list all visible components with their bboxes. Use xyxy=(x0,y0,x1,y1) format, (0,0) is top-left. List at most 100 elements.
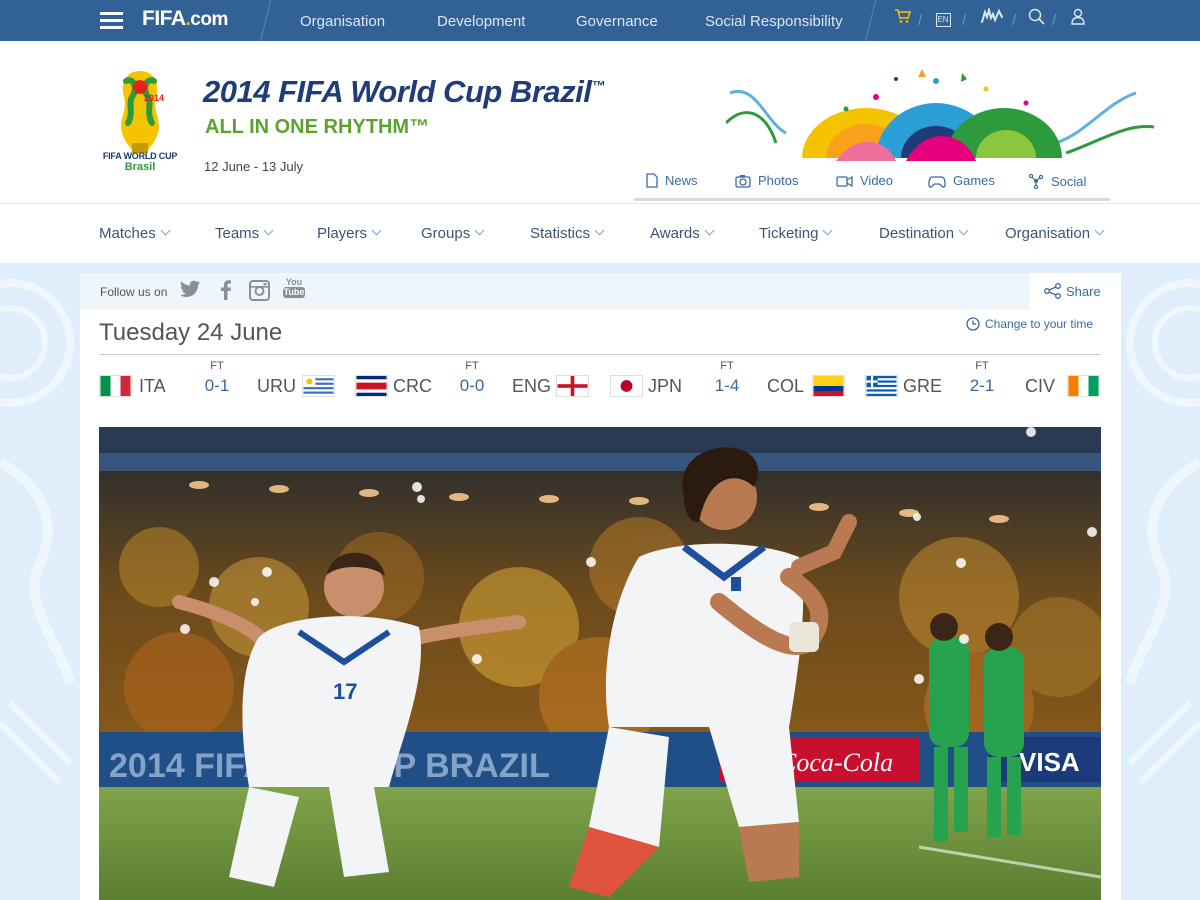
nav-statistics[interactable]: Statistics xyxy=(530,225,605,242)
chevron-down-icon xyxy=(823,225,833,236)
twitter-icon[interactable] xyxy=(180,280,201,302)
change-time-link[interactable]: Change to your time xyxy=(966,317,1093,331)
youtube-icon[interactable]: You Tube xyxy=(283,277,305,299)
home-team: CRC xyxy=(393,376,432,396)
away-team: URU xyxy=(257,376,296,396)
facebook-icon[interactable] xyxy=(221,280,231,302)
main-nav: Matches Teams Players Groups Statistics … xyxy=(0,203,1200,263)
topnav-organisation[interactable]: Organisation xyxy=(300,13,385,30)
board-fifa: 2014 FIFA xyxy=(109,747,268,785)
home-team: JPN xyxy=(648,376,683,396)
nav-teams[interactable]: Teams xyxy=(215,225,274,242)
board-sponsor-1: Coca-Cola xyxy=(779,748,893,777)
youtube-text-top: You xyxy=(285,277,303,287)
flag-england-icon xyxy=(556,375,589,397)
topnav-development[interactable]: Development xyxy=(437,13,525,30)
video-icon xyxy=(836,175,853,188)
tab-games[interactable]: Games xyxy=(928,173,995,188)
flag-uruguay-icon xyxy=(302,375,335,397)
tab-photos-label: Photos xyxy=(758,173,799,188)
decorative-pattern-left xyxy=(0,279,75,786)
language-code: EN xyxy=(935,13,951,27)
match-score: 0-1 xyxy=(204,376,230,395)
match-gre-civ[interactable]: GRE FT 2-1 CIV xyxy=(865,358,1101,408)
tournament-slogan: ALL IN ONE RHYTHM™ xyxy=(205,116,430,138)
fifa-logo[interactable]: FIFA.com xyxy=(142,7,228,31)
page-title-text: 2014 FIFA World Cup Brazil xyxy=(203,74,592,109)
match-score: 0-0 xyxy=(459,376,485,395)
flag-greece-icon xyxy=(865,375,898,397)
nav-destination[interactable]: Destination xyxy=(879,225,969,242)
change-time-label: Change to your time xyxy=(985,317,1094,331)
nav-ticketing[interactable]: Ticketing xyxy=(759,225,833,242)
tab-video[interactable]: Video xyxy=(836,173,893,188)
share-panel: Share xyxy=(1030,273,1121,310)
chevron-down-icon xyxy=(263,225,274,236)
nav-awards[interactable]: Awards xyxy=(650,225,715,242)
chevron-down-icon xyxy=(594,225,605,236)
logo-text: FIFA xyxy=(142,7,186,30)
utility-icons: / EN / / / xyxy=(884,6,1094,32)
tab-social-label: Social xyxy=(1051,174,1087,189)
user-icon[interactable] xyxy=(1068,8,1088,32)
search-icon[interactable] xyxy=(1026,8,1046,32)
jersey-number: 17 xyxy=(333,679,357,704)
menu-icon[interactable] xyxy=(100,12,123,29)
chevron-down-icon xyxy=(474,225,485,236)
match-status: FT xyxy=(975,360,989,372)
match-score: 1-4 xyxy=(714,376,740,395)
nav-ticketing-label: Ticketing xyxy=(759,225,819,242)
tournament-dates: 12 June - 13 July xyxy=(204,159,304,174)
tab-video-label: Video xyxy=(860,173,894,188)
brazil-banner-art xyxy=(726,69,1155,161)
match-status: FT xyxy=(465,360,479,372)
nav-organisation-label: Organisation xyxy=(1005,225,1091,242)
share-label: Share xyxy=(1066,284,1101,299)
day-title: Tuesday 24 June xyxy=(99,319,283,346)
tab-news-label: News xyxy=(665,173,698,188)
away-team: COL xyxy=(767,376,805,396)
match-crc-eng[interactable]: CRC FT 0-0 ENG xyxy=(355,358,591,408)
tab-news[interactable]: News xyxy=(646,173,698,188)
home-team: GRE xyxy=(903,376,943,396)
divider xyxy=(99,354,1101,355)
document-icon xyxy=(646,173,658,188)
sign-language-icon[interactable] xyxy=(978,6,1006,32)
logo-domain: .com xyxy=(185,9,229,30)
topnav-social-responsibility[interactable]: Social Responsibility xyxy=(705,13,843,30)
nav-players-label: Players xyxy=(317,225,368,242)
top-bar: FIFA.com Organisation Development Govern… xyxy=(0,0,1200,41)
nav-groups[interactable]: Groups xyxy=(421,225,485,242)
hero-photo[interactable]: 2014 FIFA UP BRAZIL Coca-Cola VISA 17 xyxy=(99,427,1101,900)
language-icon[interactable]: EN xyxy=(934,8,952,32)
follow-label: Follow us on xyxy=(100,285,168,299)
away-team: ENG xyxy=(512,376,552,396)
match-ita-uru[interactable]: ITA FT 0-1 URU xyxy=(99,358,335,408)
trademark: ™ xyxy=(591,77,605,94)
nav-matches[interactable]: Matches xyxy=(99,225,171,242)
clock-icon xyxy=(966,317,980,331)
match-score: 2-1 xyxy=(969,376,995,395)
youtube-text-bottom: Tube xyxy=(283,287,305,298)
page-title: 2014 FIFA World Cup Brazil™ xyxy=(203,74,605,110)
follow-bar xyxy=(80,273,1121,310)
board-sponsor-2: VISA xyxy=(1019,747,1080,777)
nav-destination-label: Destination xyxy=(879,225,955,242)
cart-icon[interactable] xyxy=(892,8,912,32)
home-team: ITA xyxy=(139,376,166,396)
tab-games-label: Games xyxy=(953,173,995,188)
nav-organisation[interactable]: Organisation xyxy=(1005,225,1105,242)
topnav-governance[interactable]: Governance xyxy=(576,13,658,30)
chevron-down-icon xyxy=(704,225,715,236)
share-button[interactable]: Share xyxy=(1044,283,1101,299)
match-jpn-col[interactable]: JPN FT 1-4 COL xyxy=(610,358,846,408)
chevron-down-icon xyxy=(958,225,969,236)
nav-groups-label: Groups xyxy=(421,225,471,242)
tab-social[interactable]: Social xyxy=(1028,173,1087,190)
instagram-icon[interactable] xyxy=(249,280,270,302)
chevron-down-icon xyxy=(371,225,382,236)
chevron-down-icon xyxy=(160,225,171,236)
flag-colombia-icon xyxy=(812,375,845,397)
tab-photos[interactable]: Photos xyxy=(735,173,798,188)
nav-players[interactable]: Players xyxy=(317,225,382,242)
